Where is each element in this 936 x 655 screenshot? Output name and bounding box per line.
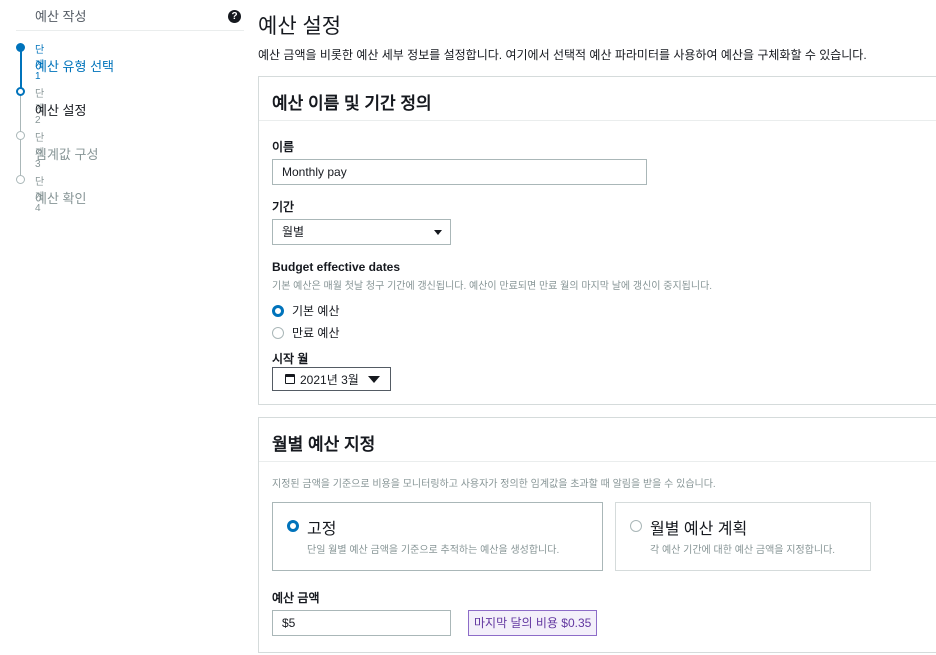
start-month-label: 시작 월 [272,352,309,366]
step-4-label: 예산 확인 [35,191,87,206]
fixed-budget-description: 단일 월별 예산 금액을 기준으로 추적하는 예산을 생성합니다. [307,545,560,556]
step-3-marker [16,131,25,140]
planned-budget-title: 월별 예산 계획 [650,521,748,538]
period-select-value: 월별 [282,225,305,239]
last-month-cost-badge: 마지막 달의 비용 $0.35 [468,610,598,636]
expiring-budget-radio[interactable]: 만료 예산 [272,324,340,341]
page-title: 예산 설정 [258,15,342,38]
panel-title: 예산 이름 및 기간 정의 [272,94,432,113]
step-1-link[interactable]: 예산 유형 선택 [35,56,114,75]
step-connector [20,136,21,180]
fixed-budget-title: 고정 [307,521,337,538]
start-month-value: 2021년 3월 [300,372,359,387]
period-label: 기간 [272,200,295,214]
budget-amount-label: 예산 금액 [272,591,320,605]
effective-dates-hint: 기본 예산은 매월 첫날 청구 기간에 갱신됩니다. 예산이 만료되면 만료 월… [272,281,713,292]
caret-down-icon [434,230,442,235]
planned-budget-description: 각 예산 기간에 대한 예산 금액을 지정합니다. [650,545,836,556]
amount-hint: 지정된 금액을 기준으로 비용을 모니터링하고 사용자가 정의한 임계값을 초과… [272,479,716,490]
sidebar-header: 예산 작성 ? [16,0,244,31]
start-month-picker[interactable]: 2021년 3월 [272,367,391,391]
panel-title: 월별 예산 지정 [272,435,376,454]
monthly-budget-panel: 월별 예산 지정 지정된 금액을 기준으로 비용을 모니터링하고 사용자가 정의… [258,417,936,653]
step-2-label: 예산 설정 [35,103,87,118]
step-2-marker [16,87,25,96]
name-label: 이름 [272,140,295,154]
page-description: 예산 금액을 비롯한 예산 세부 정보를 설정합니다. 여기에서 선택적 예산 … [258,48,867,62]
step-3-label: 임계값 구성 [35,147,99,162]
effective-dates-label: Budget effective dates [272,260,401,274]
wizard-sidebar: 예산 작성 ? 단계 1 예산 유형 선택 단계 2 예산 설정 단계 3 임계… [0,0,244,655]
period-select[interactable]: 월별 [272,219,451,245]
radio-selected-icon [272,304,284,317]
step-4-marker [16,175,25,184]
recurring-budget-radio[interactable]: 기본 예산 [272,302,340,319]
step-connector [20,47,22,92]
question-circle-icon[interactable]: ? [228,10,241,23]
radio-unselected-icon [272,326,284,339]
panel-divider [259,120,936,121]
recurring-budget-label: 기본 예산 [292,304,340,318]
sidebar-title: 예산 작성 [35,9,87,24]
budget-name-input[interactable]: Monthly pay [272,159,647,185]
step-1-marker [16,43,25,52]
caret-down-icon [367,375,380,383]
calendar-icon [285,374,295,384]
fixed-budget-tile[interactable]: 고정 단일 월별 예산 금액을 기준으로 추적하는 예산을 생성합니다. [272,502,603,571]
expiring-budget-label: 만료 예산 [292,326,340,340]
budget-amount-input[interactable]: $5 [272,610,451,636]
panel-divider [259,461,936,462]
step-connector [20,92,21,136]
planned-budget-tile[interactable]: 월별 예산 계획 각 예산 기간에 대한 예산 금액을 지정합니다. [615,502,871,571]
budget-name-period-panel: 예산 이름 및 기간 정의 이름 Monthly pay 기간 월별 Budge… [258,76,936,405]
radio-selected-icon [287,520,299,532]
radio-unselected-icon [630,520,642,532]
